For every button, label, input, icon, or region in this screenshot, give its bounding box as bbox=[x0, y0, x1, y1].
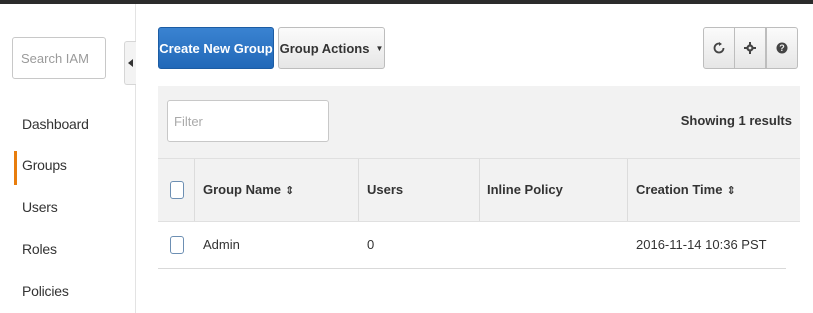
table-row[interactable]: Admin 0 2016-11-14 10:36 PST bbox=[158, 222, 786, 269]
group-name-header-label: Group Name bbox=[203, 182, 282, 197]
group-name-cell[interactable]: Admin bbox=[203, 237, 240, 252]
caret-down-icon: ▼ bbox=[375, 43, 384, 53]
collapse-sidebar-button[interactable] bbox=[124, 41, 136, 85]
filter-input[interactable] bbox=[167, 100, 329, 142]
group-actions-dropdown[interactable]: Group Actions ▼ bbox=[278, 27, 385, 69]
select-all-checkbox[interactable] bbox=[170, 181, 184, 199]
sidebar: Dashboard Groups Users Roles Policies bbox=[0, 4, 136, 313]
help-icon: ? bbox=[776, 42, 788, 54]
group-actions-label: Group Actions bbox=[279, 40, 370, 56]
active-indicator bbox=[14, 151, 17, 185]
sort-icon: ⇕ bbox=[726, 185, 736, 197]
column-divider bbox=[479, 159, 480, 221]
sidebar-item-dashboard[interactable]: Dashboard bbox=[22, 116, 89, 132]
column-header-group-name[interactable]: Group Name ⇕ bbox=[203, 182, 294, 197]
create-new-group-button[interactable]: Create New Group bbox=[158, 27, 274, 69]
row-checkbox[interactable] bbox=[170, 236, 184, 254]
sidebar-item-groups[interactable]: Groups bbox=[22, 157, 67, 173]
groups-table: Showing 1 results Group Name⇕ Users Inli… bbox=[158, 86, 800, 222]
gear-icon bbox=[744, 42, 756, 54]
sidebar-item-roles[interactable]: Roles bbox=[22, 241, 57, 257]
create-new-group-label: Create New Group bbox=[159, 40, 273, 56]
results-count: Showing 1 results bbox=[680, 113, 792, 128]
refresh-button[interactable] bbox=[703, 27, 735, 69]
column-header-inline-policy: Inline Policy bbox=[487, 182, 563, 197]
chevron-left-icon bbox=[127, 59, 133, 67]
sort-icon: ⇕ bbox=[285, 185, 295, 197]
svg-text:?: ? bbox=[779, 43, 785, 53]
settings-button[interactable] bbox=[734, 27, 766, 69]
table-header: Group Name ⇕ Users Inline Policy Creation… bbox=[158, 158, 800, 222]
column-divider bbox=[358, 159, 359, 221]
help-button[interactable]: ? bbox=[766, 27, 798, 69]
column-header-creation-time[interactable]: Creation Time ⇕ bbox=[636, 182, 736, 197]
users-cell: 0 bbox=[367, 237, 375, 252]
sidebar-item-policies[interactable]: Policies bbox=[22, 283, 69, 299]
column-divider bbox=[194, 159, 195, 221]
column-header-users: Users bbox=[367, 182, 404, 197]
creation-time-cell: 2016-11-14 10:36 PST bbox=[636, 237, 767, 252]
creation-time-header-label: Creation Time bbox=[636, 182, 723, 197]
column-divider bbox=[627, 159, 628, 221]
refresh-icon bbox=[713, 42, 725, 54]
filter-bar: Showing 1 results bbox=[158, 86, 800, 158]
sidebar-item-users[interactable]: Users bbox=[22, 199, 58, 215]
search-iam-input[interactable] bbox=[12, 37, 106, 79]
